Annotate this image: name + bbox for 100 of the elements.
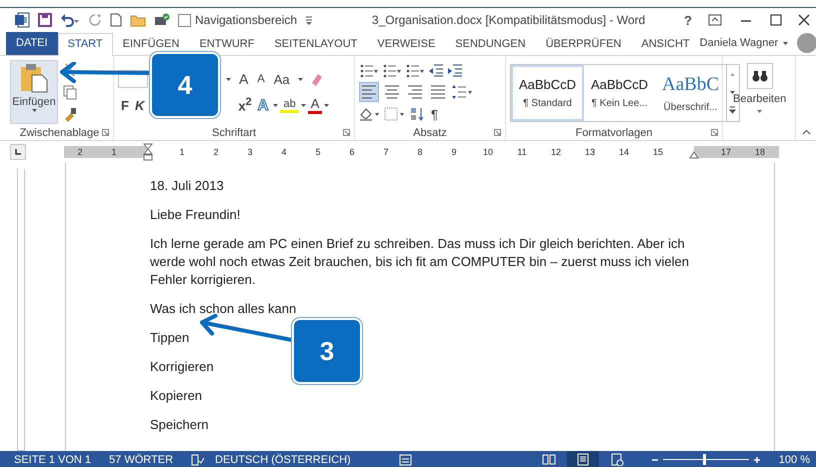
window-title: 3_Organisation.docx [Kompatibilitätsmodus] - Word	[370, 13, 646, 27]
read-mode-icon	[542, 453, 556, 466]
style-item[interactable]: AaBbC Überschrif...	[655, 65, 726, 121]
checkbox-label: Navigationsbereich	[195, 13, 298, 27]
bullet-list-icon[interactable]	[359, 62, 379, 78]
ruler-number: 3	[248, 146, 252, 158]
user-name[interactable]: Daniela Wagner	[700, 37, 778, 49]
shading-icon[interactable]	[359, 106, 381, 122]
close-icon[interactable]	[798, 14, 810, 26]
editing-button[interactable]: Bearbeiten	[727, 59, 792, 118]
print-layout-icon	[576, 453, 590, 466]
align-button[interactable]	[359, 82, 379, 102]
tab-stop-icon[interactable]	[14, 148, 22, 156]
document-paragraph: Was ich schon alles kann	[150, 300, 298, 318]
group-label: Absatz	[413, 126, 447, 138]
grow-font-button[interactable]: A	[236, 71, 252, 87]
save-icon[interactable]	[38, 13, 52, 27]
multilevel-list-icon[interactable]	[405, 62, 425, 78]
ruler-number: 14	[619, 146, 629, 158]
ruler-number: 15	[653, 146, 663, 158]
zoom-in-icon[interactable]	[752, 456, 761, 464]
caret-icon[interactable]	[30, 108, 38, 113]
ruler-number: 17	[721, 146, 731, 158]
dialog-launcher-icon[interactable]	[494, 129, 501, 136]
ruler-number: 13	[585, 146, 595, 158]
numbered-list-icon[interactable]	[382, 62, 402, 78]
dialog-launcher-icon[interactable]	[343, 129, 350, 136]
ribbon-tab[interactable]: ANSICHT	[631, 33, 700, 55]
ruler-number: 4	[282, 146, 286, 158]
navigation-pane-checkbox[interactable]	[178, 14, 191, 26]
caret-icon[interactable]	[323, 102, 330, 108]
ruler-number: 5	[316, 146, 320, 158]
decrease-indent-icon[interactable]	[428, 63, 444, 77]
ruler-number: 1	[180, 146, 184, 158]
caret-icon[interactable]	[296, 76, 304, 82]
style-item[interactable]: AaBbCcD ¶ Standard	[511, 65, 584, 121]
dialog-launcher-icon[interactable]	[711, 129, 718, 136]
ribbon-tab[interactable]: ENTWURF	[189, 33, 264, 55]
maximize-icon[interactable]	[770, 14, 782, 26]
caret-icon[interactable]	[756, 109, 764, 114]
increase-indent-icon[interactable]	[447, 63, 463, 77]
ruler-number: 9	[452, 146, 456, 158]
language-status[interactable]: DEUTSCH (ÖSTERREICH)	[215, 454, 351, 466]
bold-button[interactable]: F	[118, 98, 132, 112]
ruler-number: 7	[384, 146, 388, 158]
line-spacing-icon[interactable]	[451, 84, 473, 100]
document-paragraph: Korrigieren	[150, 358, 215, 376]
zoom-percentage[interactable]: 100 %	[778, 454, 810, 466]
page-count[interactable]: SEITE 1 VON 1	[14, 454, 92, 466]
ruler-number: 11	[517, 146, 527, 158]
collapse-ribbon-icon[interactable]	[802, 129, 811, 135]
dialog-launcher-icon[interactable]	[102, 129, 109, 136]
highlight-button[interactable]: ab	[280, 98, 299, 112]
superscript-button[interactable]: x$^{2}$	[235, 96, 255, 114]
avatar	[797, 33, 816, 53]
customize-toolbar-icon[interactable]	[305, 15, 314, 25]
undo-icon[interactable]	[60, 13, 80, 27]
show-formatting-button[interactable]: ¶	[428, 106, 441, 122]
ribbon-tab[interactable]: SENDUNGEN	[445, 33, 536, 55]
ruler-number: 10	[483, 146, 493, 158]
text-effects-button[interactable]: A	[254, 96, 272, 114]
document-paragraph: Kopieren	[150, 387, 204, 405]
paste-button[interactable]: Einfügen	[10, 60, 58, 124]
right-indent-icon[interactable]	[689, 151, 699, 159]
ribbon-tab[interactable]: SEITENLAYOUT	[264, 33, 368, 55]
ribbon-display-icon[interactable]	[708, 14, 722, 26]
change-case-button[interactable]: Aa	[270, 72, 293, 86]
shrink-font-button[interactable]: A	[254, 73, 268, 85]
ruler-number: 2	[78, 146, 82, 158]
copy-icon[interactable]	[62, 84, 78, 100]
indent-marker-icon[interactable]	[143, 143, 153, 161]
font-color-button[interactable]: A	[308, 96, 322, 114]
proofing-icon[interactable]	[191, 454, 206, 466]
ribbon-tab[interactable]: START	[58, 33, 113, 56]
justify-icon	[430, 84, 446, 100]
document-paragraph: 18. Juli 2013	[150, 177, 225, 195]
caret-icon[interactable]	[225, 76, 232, 82]
ribbon-tab[interactable]: ÜBERPRÜFEN	[536, 33, 632, 55]
word-app-icon	[14, 12, 30, 28]
view-button[interactable]	[566, 451, 599, 467]
computer-check-icon[interactable]	[154, 12, 170, 28]
sort-icon[interactable]	[409, 106, 425, 122]
ribbon-tab[interactable]: VERWEISE	[367, 33, 446, 55]
ruler-number: 1	[112, 146, 116, 158]
new-document-icon[interactable]	[110, 13, 122, 27]
caret-icon[interactable]	[300, 102, 307, 108]
ribbon-tab[interactable]: EINFÜGEN	[112, 33, 190, 55]
caret-icon[interactable]	[272, 102, 280, 108]
document-paragraph: Tippen	[150, 329, 190, 347]
folder-icon[interactable]	[130, 14, 146, 26]
help-button[interactable]: ?	[684, 12, 692, 28]
file-tab[interactable]: DATEI	[6, 32, 58, 55]
macro-record-icon[interactable]	[398, 453, 412, 466]
group-label: Zwischenablage	[20, 126, 100, 138]
word-count[interactable]: 57 WÖRTER	[109, 454, 174, 466]
italic-button[interactable]: K	[132, 98, 148, 112]
caret-icon[interactable]	[782, 40, 790, 46]
style-item[interactable]: AaBbCcD ¶ Kein Lee...	[584, 65, 655, 121]
align-right-icon	[407, 84, 423, 100]
document-paragraph: Speichern	[150, 416, 210, 434]
